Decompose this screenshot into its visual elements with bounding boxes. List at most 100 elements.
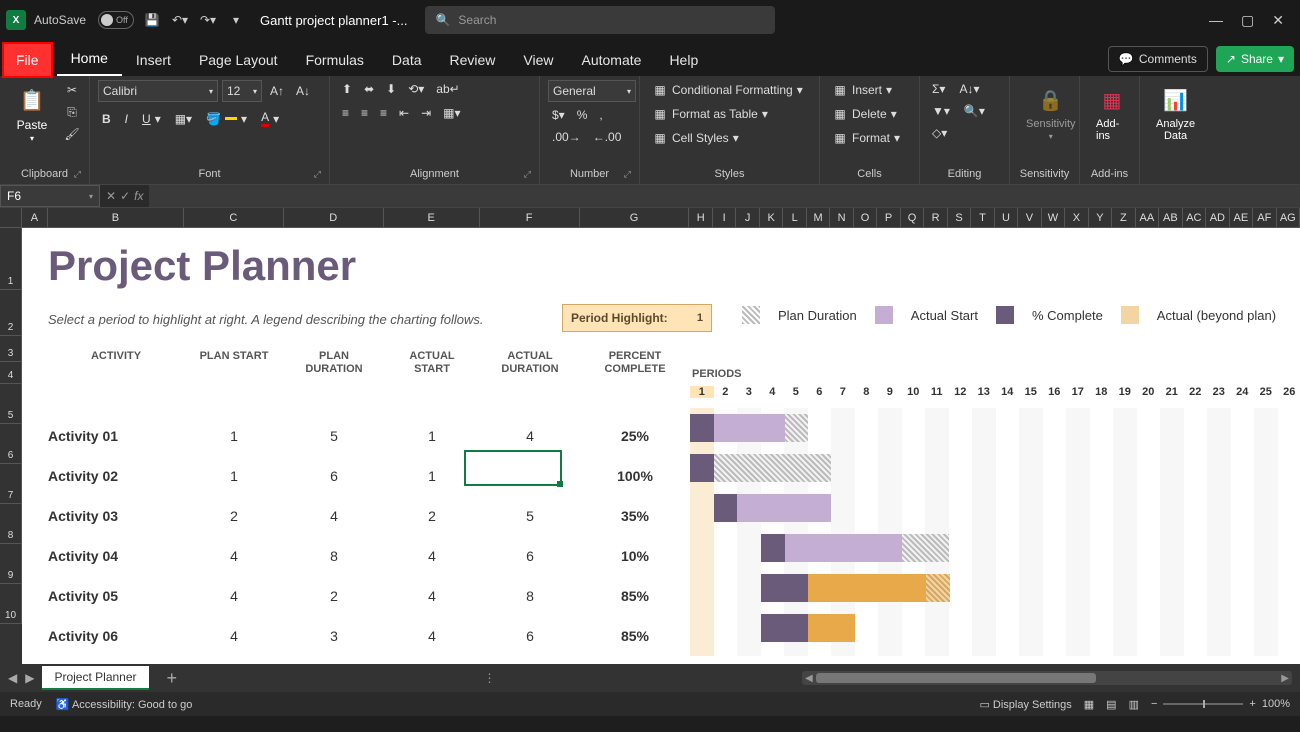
undo-icon[interactable]: ↶▾ bbox=[170, 10, 190, 30]
col-header-C[interactable]: C bbox=[184, 208, 284, 228]
col-header-V[interactable]: V bbox=[1018, 208, 1041, 228]
shrink-font-button[interactable]: A↓ bbox=[292, 82, 314, 100]
col-header-AD[interactable]: AD bbox=[1206, 208, 1229, 228]
autosave-toggle[interactable]: Off bbox=[98, 11, 134, 29]
merge-button[interactable]: ▦▾ bbox=[439, 104, 464, 122]
col-header-AF[interactable]: AF bbox=[1253, 208, 1276, 228]
col-header-O[interactable]: O bbox=[854, 208, 877, 228]
font-name-select[interactable]: Calibri▾ bbox=[98, 80, 218, 102]
tab-home[interactable]: Home bbox=[57, 42, 122, 76]
align-top-button[interactable]: ⬆ bbox=[338, 80, 356, 98]
fill-button[interactable]: ▼▾ bbox=[928, 102, 954, 120]
col-header-AB[interactable]: AB bbox=[1159, 208, 1182, 228]
col-header-I[interactable]: I bbox=[713, 208, 736, 228]
percent-button[interactable]: % bbox=[573, 106, 592, 124]
increase-decimal-button[interactable]: .00→ bbox=[548, 128, 585, 146]
period-highlight-cell[interactable]: Period Highlight: 1 bbox=[562, 304, 712, 332]
redo-icon[interactable]: ↷▾ bbox=[198, 10, 218, 30]
horizontal-scrollbar[interactable]: ◀▶ bbox=[802, 671, 1292, 685]
align-center-button[interactable]: ≡ bbox=[357, 104, 372, 122]
col-header-AC[interactable]: AC bbox=[1183, 208, 1206, 228]
tab-data[interactable]: Data bbox=[378, 44, 436, 76]
view-normal-button[interactable]: ▦ bbox=[1084, 698, 1094, 711]
analyze-data-button[interactable]: 📊Analyze Data bbox=[1148, 80, 1203, 146]
align-bottom-button[interactable]: ⬇ bbox=[382, 80, 400, 98]
borders-button[interactable]: ▦▾ bbox=[171, 108, 196, 129]
selected-cell[interactable] bbox=[464, 450, 562, 486]
cell-styles-button[interactable]: ▦Cell Styles ▾ bbox=[648, 128, 743, 148]
sheet-nav-next[interactable]: ▶ bbox=[25, 671, 34, 685]
name-box[interactable]: F6▾ bbox=[0, 185, 100, 207]
format-cells-button[interactable]: ▦Format ▾ bbox=[828, 128, 904, 148]
col-header-AG[interactable]: AG bbox=[1277, 208, 1300, 228]
cancel-formula-icon[interactable]: ✕ bbox=[106, 189, 116, 203]
view-page-break-button[interactable]: ▥ bbox=[1129, 698, 1139, 711]
worksheet[interactable]: 1234 5678910 Project Planner Select a pe… bbox=[0, 228, 1300, 664]
view-page-layout-button[interactable]: ▤ bbox=[1106, 698, 1116, 711]
display-settings-button[interactable]: ▭ Display Settings bbox=[979, 698, 1071, 711]
enter-formula-icon[interactable]: ✓ bbox=[120, 189, 130, 203]
maximize-button[interactable]: ▢ bbox=[1241, 12, 1254, 29]
qat-dropdown-icon[interactable]: ▾ bbox=[226, 10, 246, 30]
col-header-Z[interactable]: Z bbox=[1112, 208, 1135, 228]
col-header-M[interactable]: M bbox=[807, 208, 830, 228]
autosum-button[interactable]: Σ▾ bbox=[928, 80, 949, 98]
col-header-S[interactable]: S bbox=[948, 208, 971, 228]
fill-color-button[interactable]: 🪣▾ bbox=[202, 108, 251, 129]
align-right-button[interactable]: ≡ bbox=[376, 104, 391, 122]
search-input[interactable]: 🔍 Search bbox=[425, 6, 775, 34]
cut-button[interactable]: ✂ bbox=[60, 80, 84, 100]
select-all-button[interactable] bbox=[0, 208, 22, 228]
orientation-button[interactable]: ⟲▾ bbox=[404, 80, 428, 98]
grow-font-button[interactable]: A↑ bbox=[266, 82, 288, 100]
sheet-nav-prev[interactable]: ◀ bbox=[8, 671, 17, 685]
wrap-text-button[interactable]: ab↵ bbox=[432, 80, 463, 98]
zoom-slider[interactable] bbox=[1163, 703, 1243, 705]
tab-page-layout[interactable]: Page Layout bbox=[185, 44, 292, 76]
copy-button[interactable]: ⎘ bbox=[60, 102, 84, 122]
sheet-tab-project-planner[interactable]: Project Planner bbox=[42, 666, 148, 690]
col-header-AA[interactable]: AA bbox=[1136, 208, 1159, 228]
tab-view[interactable]: View bbox=[509, 44, 567, 76]
zoom-out-button[interactable]: − bbox=[1151, 698, 1157, 710]
add-sheet-button[interactable]: + bbox=[167, 668, 178, 689]
col-header-K[interactable]: K bbox=[760, 208, 783, 228]
col-header-D[interactable]: D bbox=[284, 208, 384, 228]
tab-automate[interactable]: Automate bbox=[568, 44, 656, 76]
col-header-AE[interactable]: AE bbox=[1230, 208, 1253, 228]
col-header-J[interactable]: J bbox=[736, 208, 759, 228]
col-header-T[interactable]: T bbox=[971, 208, 994, 228]
col-header-X[interactable]: X bbox=[1065, 208, 1088, 228]
zoom-level[interactable]: 100% bbox=[1262, 698, 1290, 710]
accessibility-status[interactable]: ♿ Accessibility: Good to go bbox=[56, 698, 193, 711]
col-header-A[interactable]: A bbox=[22, 208, 48, 228]
col-header-L[interactable]: L bbox=[783, 208, 806, 228]
comma-button[interactable]: , bbox=[595, 106, 606, 124]
comments-button[interactable]: 💬Comments bbox=[1108, 46, 1208, 72]
paste-button[interactable]: 📋Paste▾ bbox=[8, 80, 56, 147]
align-middle-button[interactable]: ⬌ bbox=[360, 80, 378, 98]
align-left-button[interactable]: ≡ bbox=[338, 104, 353, 122]
col-header-W[interactable]: W bbox=[1042, 208, 1065, 228]
col-header-Y[interactable]: Y bbox=[1089, 208, 1112, 228]
tab-insert[interactable]: Insert bbox=[122, 44, 185, 76]
sensitivity-button[interactable]: 🔒Sensitivity▾ bbox=[1018, 80, 1084, 145]
increase-indent-button[interactable]: ⇥ bbox=[417, 104, 435, 122]
col-header-F[interactable]: F bbox=[480, 208, 580, 228]
decrease-decimal-button[interactable]: ←.00 bbox=[589, 128, 626, 146]
tab-file[interactable]: File bbox=[4, 44, 51, 76]
italic-button[interactable]: I bbox=[121, 108, 132, 129]
conditional-formatting-button[interactable]: ▦Conditional Formatting ▾ bbox=[648, 80, 807, 100]
zoom-in-button[interactable]: + bbox=[1249, 698, 1255, 710]
bold-button[interactable]: B bbox=[98, 108, 115, 129]
tab-help[interactable]: Help bbox=[655, 44, 712, 76]
save-icon[interactable]: 💾 bbox=[142, 10, 162, 30]
formula-input[interactable] bbox=[149, 185, 1300, 207]
delete-cells-button[interactable]: ▦Delete ▾ bbox=[828, 104, 901, 124]
share-button[interactable]: ↗Share▾ bbox=[1216, 46, 1294, 72]
zoom-control[interactable]: − + 100% bbox=[1151, 698, 1290, 710]
col-header-U[interactable]: U bbox=[995, 208, 1018, 228]
currency-button[interactable]: $▾ bbox=[548, 106, 569, 124]
insert-cells-button[interactable]: ▦Insert ▾ bbox=[828, 80, 896, 100]
sort-filter-button[interactable]: A↓▾ bbox=[955, 80, 983, 98]
